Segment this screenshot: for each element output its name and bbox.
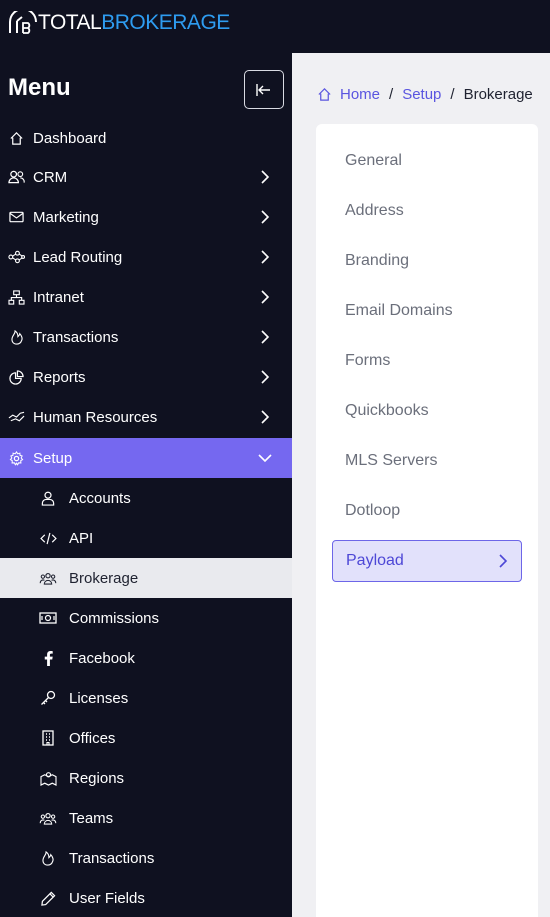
settings-item-quickbooks[interactable]: Quickbooks: [332, 390, 522, 432]
sidebar-subitem-label: Facebook: [69, 649, 135, 667]
sidebar-subitem-label: Offices: [69, 729, 116, 747]
sidebar-subitem-transactions[interactable]: Transactions: [0, 838, 292, 878]
collapse-sidebar-button[interactable]: [244, 70, 284, 109]
sidebar-subitem-user-fields[interactable]: User Fields: [0, 878, 292, 917]
key-icon: [39, 689, 57, 707]
breadcrumb-setup-link[interactable]: Setup: [402, 86, 441, 103]
chevron-right-icon: [261, 330, 270, 344]
sidebar-item-dashboard[interactable]: Dashboard: [0, 118, 292, 158]
brand-logo[interactable]: TOTALBROKERAGE: [8, 10, 230, 36]
settings-item-mls-servers[interactable]: MLS Servers: [332, 440, 522, 482]
breadcrumb: Home / Setup / Brokerage: [317, 84, 533, 104]
sidebar-item-reports[interactable]: Reports: [0, 357, 292, 397]
sidebar-subitem-label: Transactions: [69, 849, 155, 867]
settings-item-general[interactable]: General: [332, 140, 522, 182]
sidebar: Menu Dashboard CRM Marketing Lead Routin…: [0, 53, 292, 917]
chevron-right-icon: [499, 554, 508, 568]
sitemap-icon: [8, 289, 25, 306]
sidebar-subitem-api[interactable]: API: [0, 518, 292, 558]
sidebar-subitem-commissions[interactable]: Commissions: [0, 598, 292, 638]
chevron-right-icon: [261, 170, 270, 184]
handshake-icon: [8, 409, 25, 426]
money-icon: [39, 609, 57, 627]
chevron-right-icon: [261, 210, 270, 224]
sidebar-item-marketing[interactable]: Marketing: [0, 197, 292, 237]
chevron-down-icon: [258, 454, 272, 463]
sidebar-item-label: Lead Routing: [33, 248, 123, 266]
house-logo-icon: [9, 11, 37, 34]
breadcrumb-home-link[interactable]: Home: [340, 86, 380, 103]
sidebar-subitem-offices[interactable]: Offices: [0, 718, 292, 758]
sidebar-subitem-regions[interactable]: Regions: [0, 758, 292, 798]
flame-icon: [8, 329, 25, 346]
sidebar-subitem-facebook[interactable]: Facebook: [0, 638, 292, 678]
chevron-right-icon: [261, 370, 270, 384]
sidebar-subitem-teams[interactable]: Teams: [0, 798, 292, 838]
sidebar-item-transactions[interactable]: Transactions: [0, 317, 292, 357]
breadcrumb-separator: /: [450, 85, 455, 103]
sidebar-subitem-label: User Fields: [69, 889, 145, 907]
facebook-icon: [39, 649, 57, 667]
sidebar-subitem-label: Accounts: [69, 489, 131, 507]
sidebar-subitem-label: Brokerage: [69, 569, 139, 587]
sidebar-item-crm[interactable]: CRM: [0, 157, 292, 197]
building-icon: [39, 729, 57, 747]
pie-chart-icon: [8, 369, 25, 386]
logo-text: TOTALBROKERAGE: [38, 11, 230, 34]
gear-icon: [8, 450, 25, 467]
home-icon[interactable]: [317, 87, 332, 102]
pen-icon: [39, 889, 57, 907]
sidebar-item-intranet[interactable]: Intranet: [0, 277, 292, 317]
settings-item-forms[interactable]: Forms: [332, 340, 522, 382]
sidebar-item-human-resources[interactable]: Human Resources: [0, 397, 292, 437]
sidebar-subitem-accounts[interactable]: Accounts: [0, 478, 292, 518]
sidebar-subitem-label: Licenses: [69, 689, 129, 707]
chevron-right-icon: [261, 410, 270, 424]
settings-item-address[interactable]: Address: [332, 190, 522, 232]
settings-item-dotloop[interactable]: Dotloop: [332, 490, 522, 532]
chevron-right-icon: [261, 250, 270, 264]
code-icon: [39, 529, 57, 547]
menu-title: Menu: [8, 74, 71, 101]
sidebar-subitem-brokerage[interactable]: Brokerage: [0, 558, 292, 598]
sidebar-subitem-label: Teams: [69, 809, 114, 827]
settings-menu-card: General Address Branding Email Domains F…: [316, 124, 538, 917]
mail-icon: [8, 209, 25, 226]
map-icon: [39, 769, 57, 787]
sidebar-item-label: Marketing: [33, 208, 99, 226]
sidebar-item-setup[interactable]: Setup: [0, 438, 292, 478]
network-icon: [8, 249, 25, 266]
sidebar-subitem-label: API: [69, 529, 94, 547]
settings-item-branding[interactable]: Branding: [332, 240, 522, 282]
sidebar-subitem-label: Commissions: [69, 609, 160, 627]
breadcrumb-current: Brokerage: [463, 85, 533, 103]
collapse-left-icon: [256, 83, 270, 96]
sidebar-item-label: Reports: [33, 368, 86, 386]
sidebar-item-label: Dashboard: [33, 129, 107, 147]
chevron-right-icon: [261, 290, 270, 304]
sidebar-subitem-licenses[interactable]: Licenses: [0, 678, 292, 718]
sidebar-item-lead-routing[interactable]: Lead Routing: [0, 237, 292, 277]
top-bar: TOTALBROKERAGE: [0, 0, 550, 53]
group-icon: [39, 569, 57, 587]
users-icon: [8, 169, 25, 186]
sidebar-item-label: Setup: [33, 449, 73, 467]
home-icon: [8, 130, 25, 147]
main-content: Home / Setup / Brokerage General Address…: [292, 53, 550, 917]
group-icon: [39, 809, 57, 827]
sidebar-item-label: Human Resources: [33, 408, 158, 426]
breadcrumb-separator: /: [389, 85, 394, 103]
settings-item-email-domains[interactable]: Email Domains: [332, 290, 522, 332]
user-icon: [39, 489, 57, 507]
sidebar-item-label: CRM: [33, 168, 68, 186]
sidebar-subitem-label: Regions: [69, 769, 125, 787]
settings-item-payload[interactable]: Payload: [332, 540, 522, 582]
sidebar-item-label: Intranet: [33, 288, 84, 306]
flame-icon: [39, 849, 57, 867]
sidebar-item-label: Transactions: [33, 328, 119, 346]
settings-item-label: Payload: [346, 552, 404, 569]
